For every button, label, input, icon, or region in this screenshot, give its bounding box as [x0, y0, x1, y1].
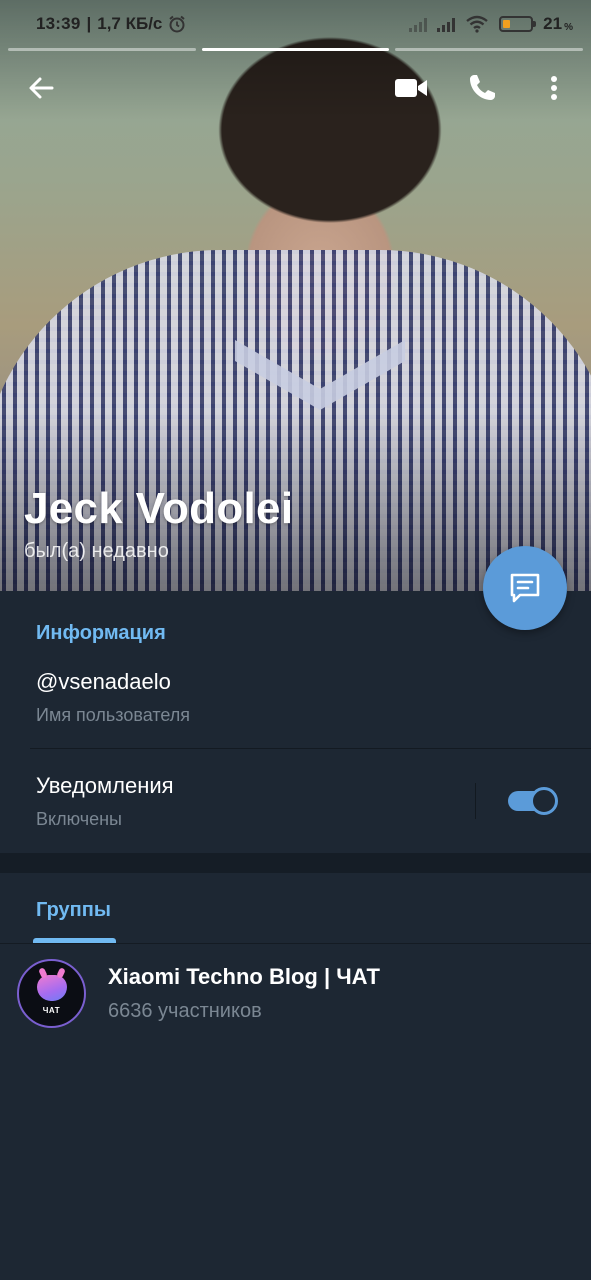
status-right: 21 % — [409, 14, 573, 34]
divider — [30, 748, 591, 749]
toggle-separator — [475, 783, 476, 819]
battery-level: 21 — [543, 14, 563, 33]
battery-icon — [499, 16, 537, 32]
notifications-value: Включены — [36, 809, 122, 829]
phone-icon — [470, 75, 495, 100]
more-button[interactable] — [532, 66, 576, 110]
alarm-icon — [168, 15, 186, 33]
wifi-icon — [465, 15, 489, 33]
top-bar — [0, 60, 591, 116]
status-speed: 1,7 КБ/с — [97, 14, 163, 33]
message-icon — [510, 573, 540, 603]
group-name: Xiaomi Techno Blog | ЧАТ — [108, 964, 380, 989]
group-members-count: 6636 участников — [108, 1000, 262, 1022]
call-button[interactable] — [460, 66, 504, 110]
back-arrow-icon — [29, 77, 54, 99]
percent-sign: % — [564, 21, 573, 33]
username-value[interactable]: @vsenadaelo — [36, 669, 171, 695]
photo-progress-segment — [8, 48, 196, 51]
group-logo-icon — [36, 974, 67, 1001]
more-vertical-icon — [551, 76, 557, 100]
signal-2-icon — [437, 16, 456, 32]
list-item[interactable]: ЧАТ Xiaomi Techno Blog | ЧАТ 6636 участн… — [0, 944, 591, 1044]
tab-groups[interactable]: Группы — [36, 899, 111, 922]
photo-progress — [8, 48, 584, 51]
video-camera-icon — [395, 79, 427, 97]
status-separator: | — [86, 14, 92, 33]
avatar: ЧАТ — [17, 959, 86, 1028]
notifications-toggle[interactable] — [508, 787, 558, 815]
back-button[interactable] — [19, 66, 63, 110]
signal-1-icon — [409, 16, 428, 32]
profile-last-seen: был(а) недавно — [24, 540, 169, 562]
status-bar: 13:39 | 1,7 КБ/с 21 % — [0, 0, 591, 48]
toggle-knob — [530, 787, 558, 815]
notifications-title[interactable]: Уведомления — [36, 773, 174, 799]
photo-progress-segment — [395, 48, 584, 51]
username-label: Имя пользователя — [36, 705, 191, 725]
photo-progress-segment-active — [201, 48, 390, 51]
status-time: 13:39 — [36, 14, 81, 33]
info-section-title: Информация — [36, 622, 166, 644]
avatar-text: ЧАТ — [42, 1005, 61, 1015]
profile-name: Jeck Vodolei — [24, 484, 294, 533]
video-call-button[interactable] — [389, 66, 433, 110]
section-gap — [0, 853, 591, 873]
send-message-button[interactable] — [483, 546, 567, 630]
